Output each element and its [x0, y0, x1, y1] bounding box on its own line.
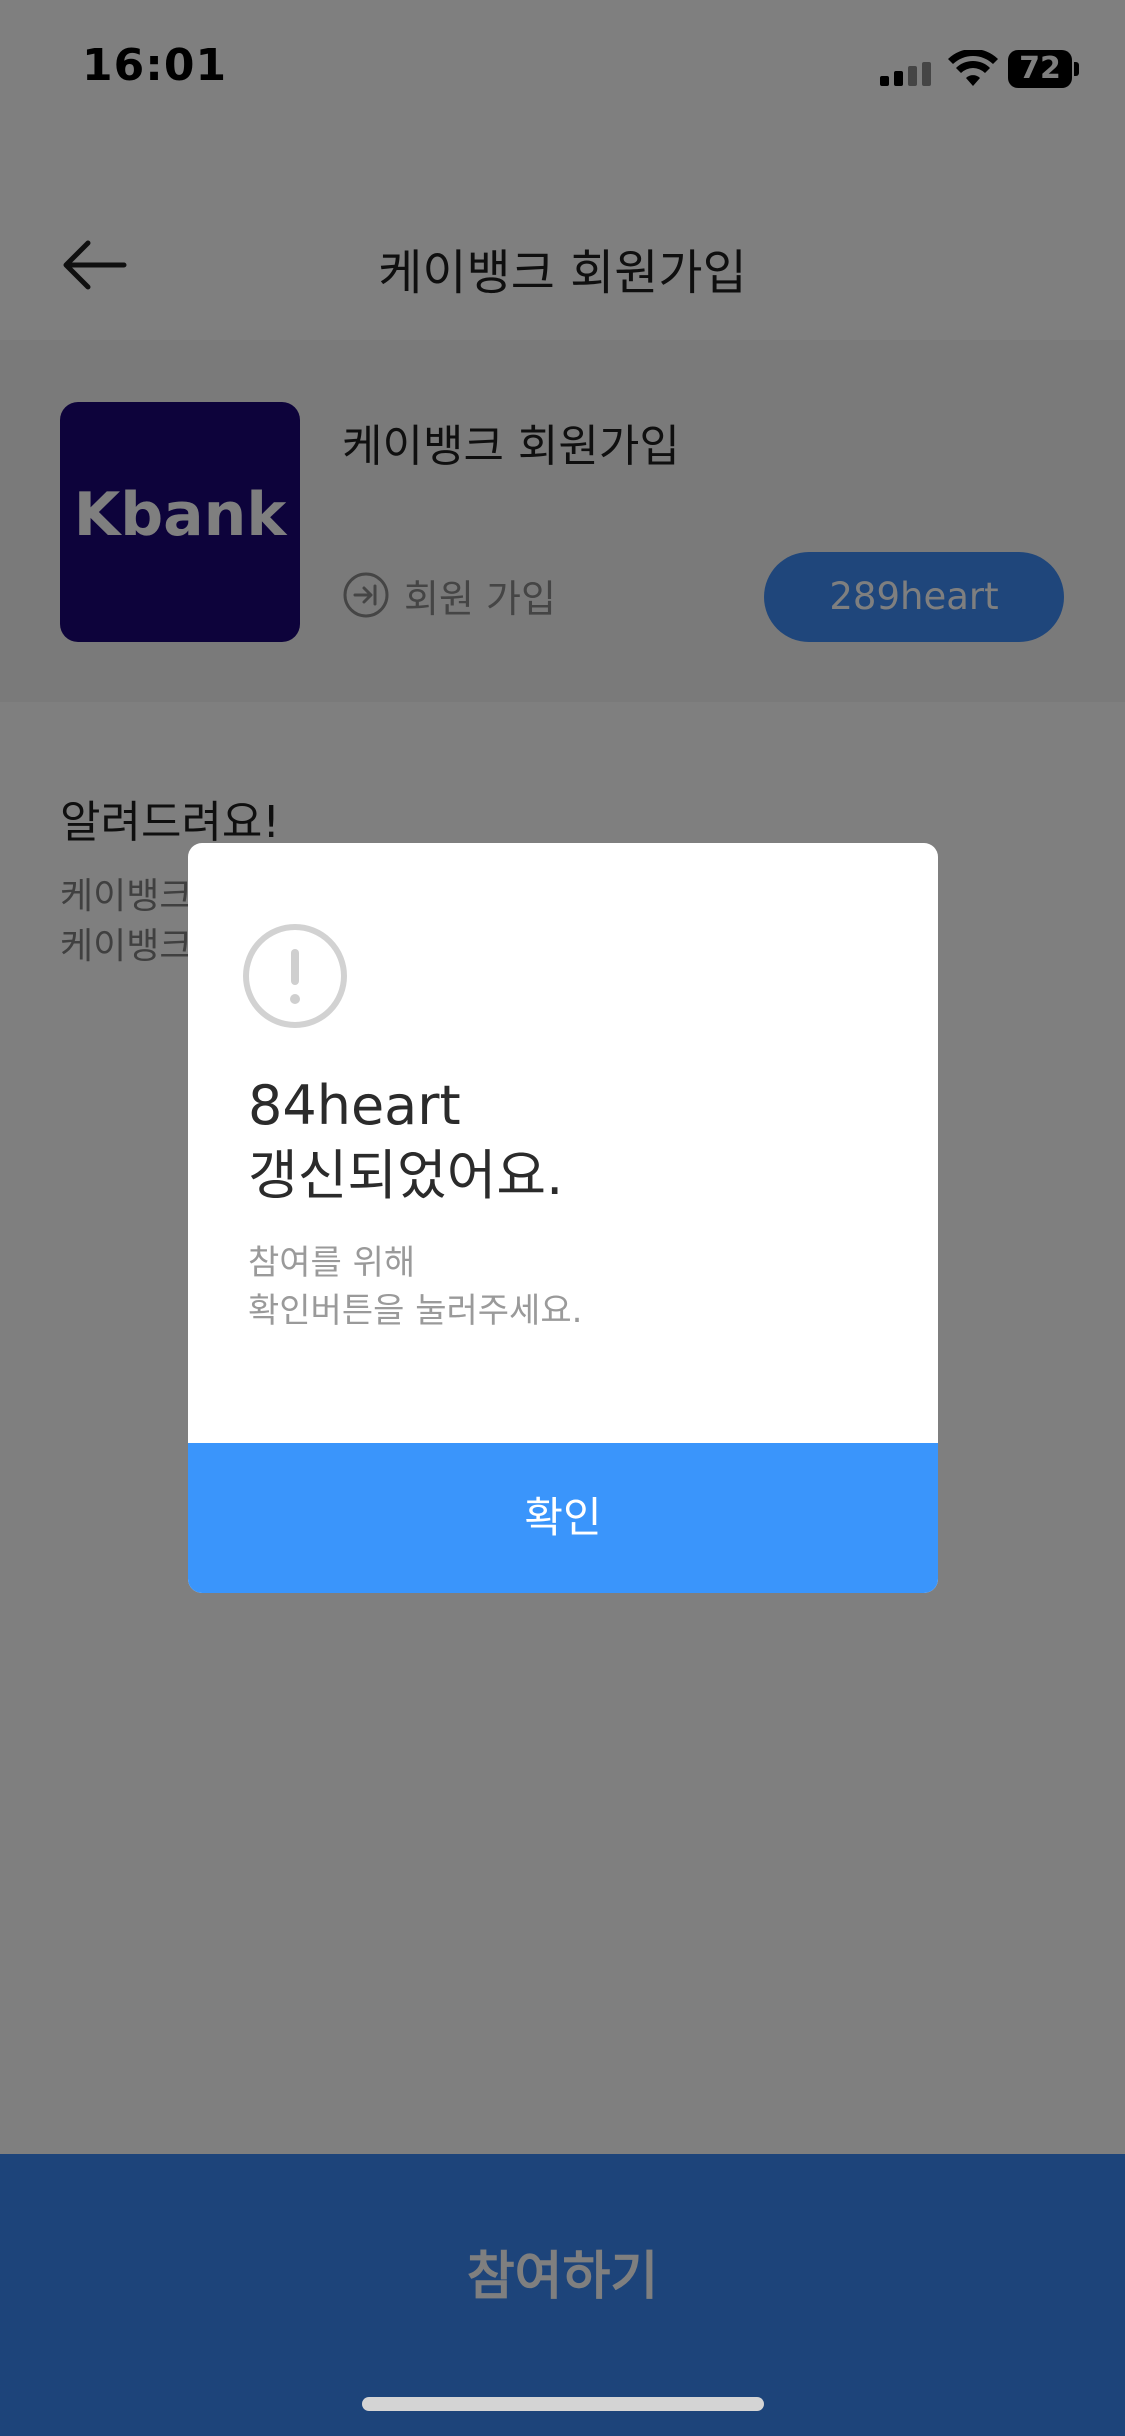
home-indicator[interactable] — [362, 2397, 764, 2411]
screen: 16:01 72 케이뱅크 회원가입 Kbank 케이뱅크 회원가입 — [0, 0, 1125, 2436]
dialog-description: 참여를 위해 확인버튼을 눌러주세요. — [248, 1239, 582, 1335]
confirm-button[interactable]: 확인 — [188, 1443, 938, 1593]
dialog-headline: 84heart 갱신되었어요. — [248, 1071, 563, 1211]
dialog-headline-line1: 84heart — [248, 1074, 461, 1137]
dialog-headline-line2: 갱신되었어요. — [248, 1144, 564, 1207]
heart-refresh-dialog: 84heart 갱신되었어요. 참여를 위해 확인버튼을 눌러주세요. 확인 — [188, 843, 938, 1593]
alert-circle-icon — [243, 924, 347, 1028]
dialog-desc-line1: 참여를 위해 — [248, 1243, 416, 1283]
dialog-desc-line2: 확인버튼을 눌러주세요. — [248, 1291, 583, 1331]
